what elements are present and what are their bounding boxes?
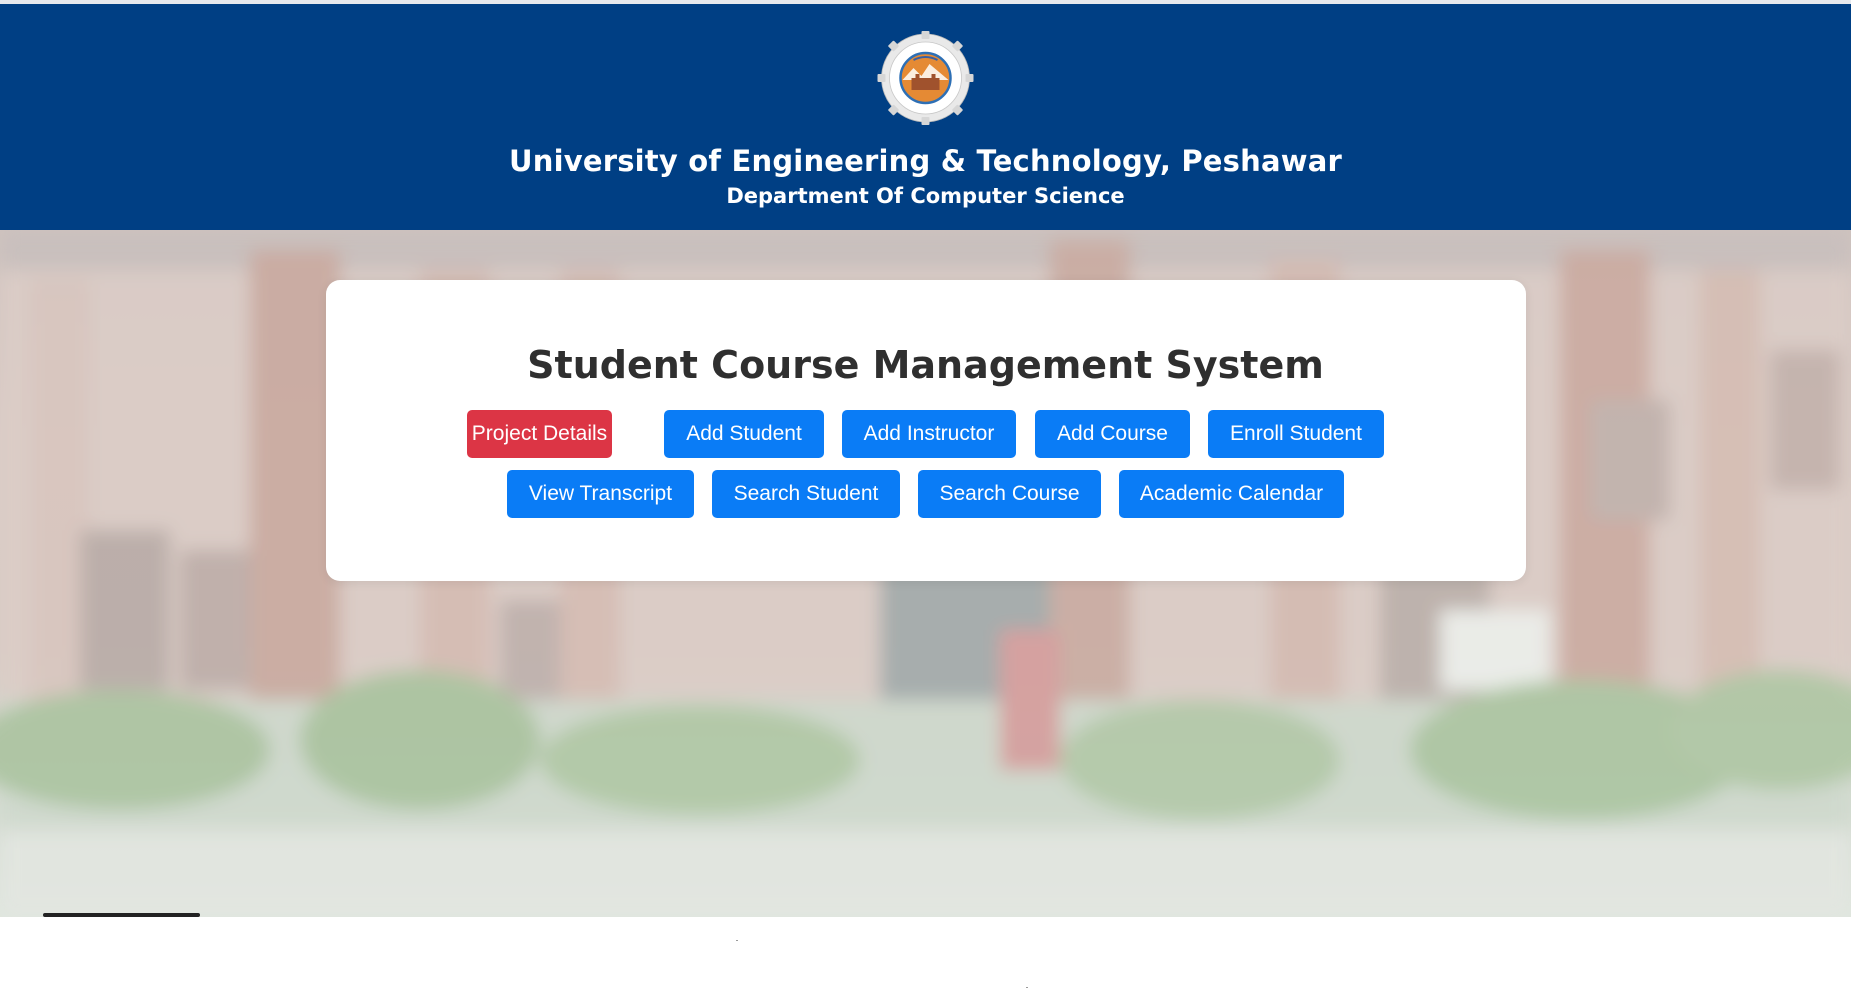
add-student-button[interactable]: Add Student — [664, 410, 824, 458]
academic-calendar-button[interactable]: Academic Calendar — [1119, 470, 1344, 518]
university-seal-icon — [877, 31, 974, 125]
stray-dot — [736, 940, 738, 941]
department-title: Department Of Computer Science — [726, 184, 1125, 208]
stray-dot — [1026, 987, 1028, 988]
site-header: University of Engineering & Technology, … — [0, 4, 1851, 230]
project-details-button[interactable]: Project Details — [467, 410, 612, 458]
horizontal-scrollbar-thumb[interactable] — [43, 913, 200, 917]
page-title: Student Course Management System — [527, 343, 1324, 387]
add-course-button[interactable]: Add Course — [1035, 410, 1190, 458]
enroll-student-button[interactable]: Enroll Student — [1208, 410, 1384, 458]
view-transcript-button[interactable]: View Transcript — [507, 470, 694, 518]
page: University of Engineering & Technology, … — [0, 0, 1851, 991]
add-instructor-button[interactable]: Add Instructor — [842, 410, 1016, 458]
university-title: University of Engineering & Technology, … — [508, 144, 1343, 178]
search-student-button[interactable]: Search Student — [712, 470, 900, 518]
search-course-button[interactable]: Search Course — [918, 470, 1101, 518]
